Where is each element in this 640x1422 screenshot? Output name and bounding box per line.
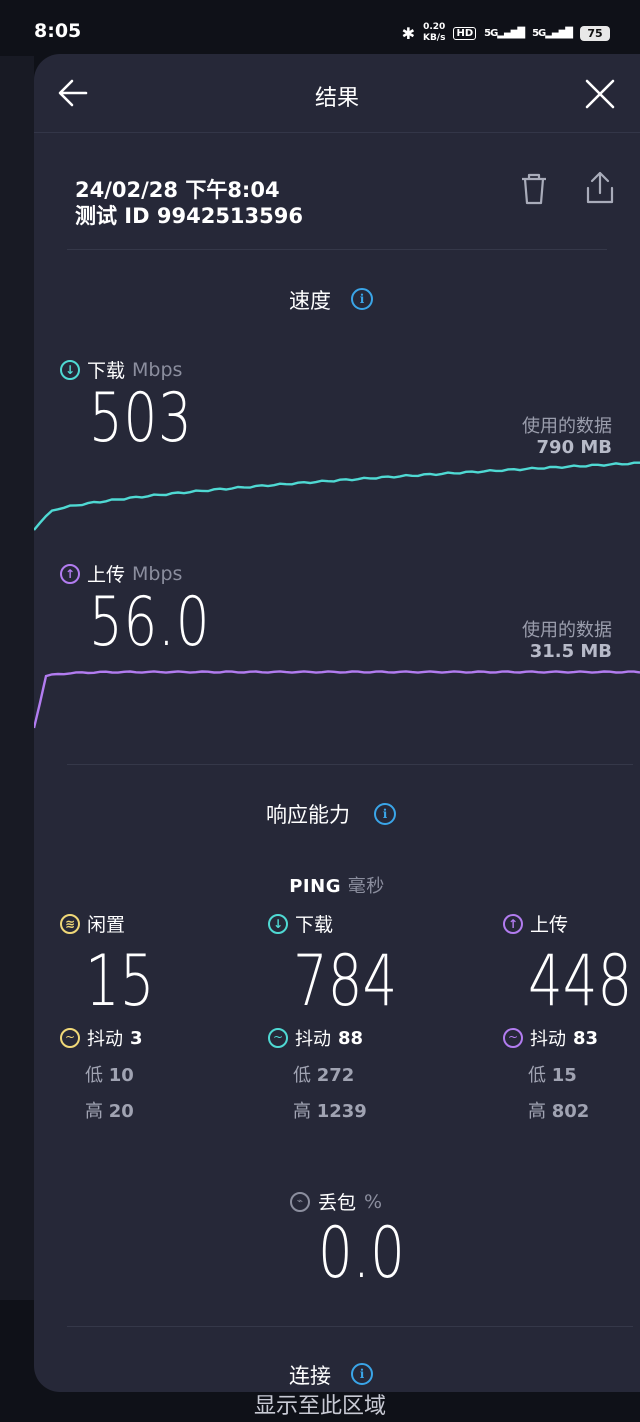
download-arrow-icon: ↓ [60,359,80,380]
packet-loss-value: 0.0 [318,1212,405,1294]
download-data-used-label: 使用的数据 [522,416,612,437]
battery-icon: 75 [580,25,610,41]
test-id: 测试 ID 9942513596 [75,204,303,228]
connection-section-title: 连接 [289,1364,331,1388]
ping-download-value: 784 [293,940,398,1022]
status-icons: ✱ 0.20 KB/s HD 5G▂▄▆█ 5G▂▄▆█ 75 [402,20,610,46]
responsiveness-info-icon[interactable]: i [374,803,396,825]
ping-heading: PING 毫秒 [289,876,385,897]
page-title: 结果 [314,86,359,111]
bluetooth-icon: ✱ [401,23,415,43]
divider [67,249,607,250]
connection-info-icon[interactable]: i [351,1363,373,1385]
jitter-icon: ~ [503,1028,523,1048]
net-speed-unit: KB/s [422,33,446,43]
download-speed-value: 503 [89,379,193,458]
signal-icon-2: 5G▂▄▆█ [532,27,573,39]
divider [67,1326,633,1327]
packet-loss-label: ⌁ 丢包 % [290,1188,382,1215]
idle-icon: ≋ [60,913,80,934]
upload-arrow-icon: ↑ [503,913,523,934]
hd-icon: HD [453,26,477,40]
upload-data-used-label: 使用的数据 [522,620,612,641]
close-icon[interactable] [584,78,616,110]
net-speed: 0.20 KB/s [423,22,445,44]
background-app [0,56,34,1300]
ping-idle-value: 15 [85,940,155,1022]
ping-idle: ≋ 闲置 15 ~ 抖动 3 低 10 高 20 [60,910,230,1123]
ping-upload: ↑ 上传 448 ~ 抖动 83 低 15 高 802 [503,910,640,1123]
jitter-icon: ~ [60,1028,80,1048]
trash-icon[interactable] [518,172,550,206]
upload-speed-value: 56.0 [89,583,211,662]
speed-section-title: 速度 [289,289,331,313]
packet-loss-icon: ⌁ [290,1191,310,1212]
upload-speed-graph [34,670,640,729]
net-speed-value: 0.20 [423,22,446,32]
results-panel: 结果 24/02/28 下午8:04 测试 ID 9942513596 速度 i… [34,54,640,1392]
download-speed-graph [34,461,640,531]
screenshot-region-hint: 显示至此区域 [0,1392,640,1422]
jitter-icon: ~ [268,1028,288,1048]
upload-arrow-icon: ↑ [60,563,80,584]
share-icon[interactable] [583,170,617,206]
download-arrow-icon: ↓ [268,913,288,934]
ping-upload-value: 448 [528,940,633,1022]
ping-download: ↓ 下载 784 ~ 抖动 88 低 272 高 1239 [268,910,438,1123]
speed-info-icon[interactable]: i [351,288,373,310]
signal-icon-1: 5G▂▄▆█ [484,27,525,39]
status-bar: 8:05 ✱ 0.20 KB/s HD 5G▂▄▆█ 5G▂▄▆█ 75 [0,0,640,56]
divider [67,764,633,765]
responsiveness-section-title: 响应能力 [266,803,350,827]
header: 结果 [34,54,640,133]
status-time: 8:05 [34,20,82,42]
